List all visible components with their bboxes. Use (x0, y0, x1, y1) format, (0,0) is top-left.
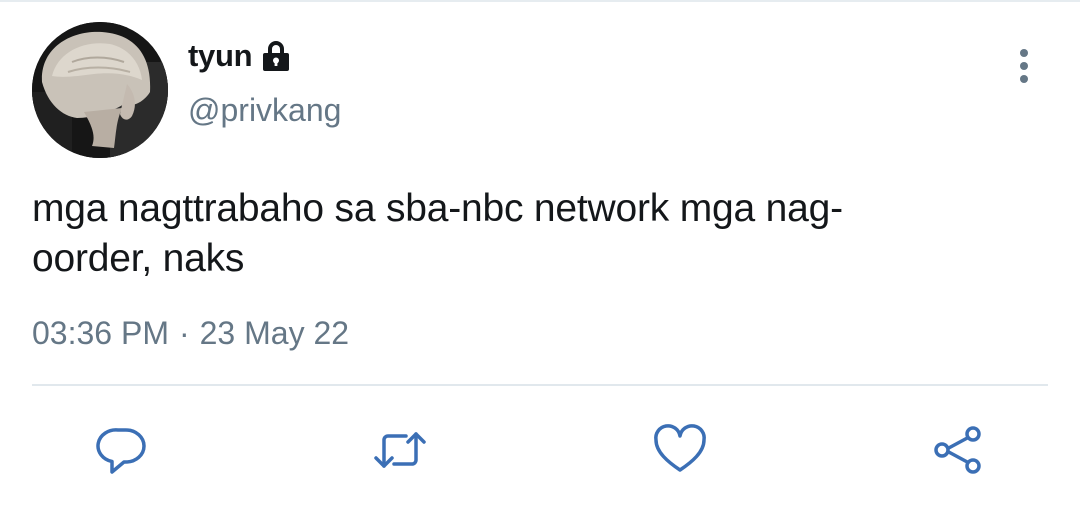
heart-icon (654, 424, 706, 472)
retweet-button[interactable] (372, 422, 428, 478)
retweet-icon (374, 432, 426, 468)
tweet-card: tyun @privkang mga nagttrabaho sa sba-nb… (0, 0, 1080, 507)
tweet-time: 03:36 PM (32, 315, 169, 351)
reply-icon (96, 428, 146, 474)
reply-button[interactable] (94, 422, 150, 478)
lock-icon (260, 39, 292, 73)
share-button[interactable] (930, 422, 986, 478)
meta-separator: · (178, 315, 190, 351)
display-name-row: tyun (188, 36, 292, 76)
more-options-button[interactable] (1006, 44, 1042, 88)
top-border (0, 0, 1080, 2)
avatar-photo (32, 22, 168, 158)
tweet-date: 23 May 22 (199, 315, 350, 351)
divider (32, 384, 1048, 386)
display-name[interactable]: tyun (188, 38, 253, 74)
tweet-timestamp[interactable]: 03:36 PM · 23 May 22 (32, 315, 349, 352)
tweet-text: mga nagttrabaho sa sba-nbc network mga n… (32, 187, 843, 280)
user-handle[interactable]: @privkang (188, 92, 341, 129)
more-vertical-icon (1020, 49, 1028, 83)
like-button[interactable] (652, 422, 708, 478)
avatar[interactable] (32, 22, 168, 158)
share-icon (934, 426, 981, 474)
